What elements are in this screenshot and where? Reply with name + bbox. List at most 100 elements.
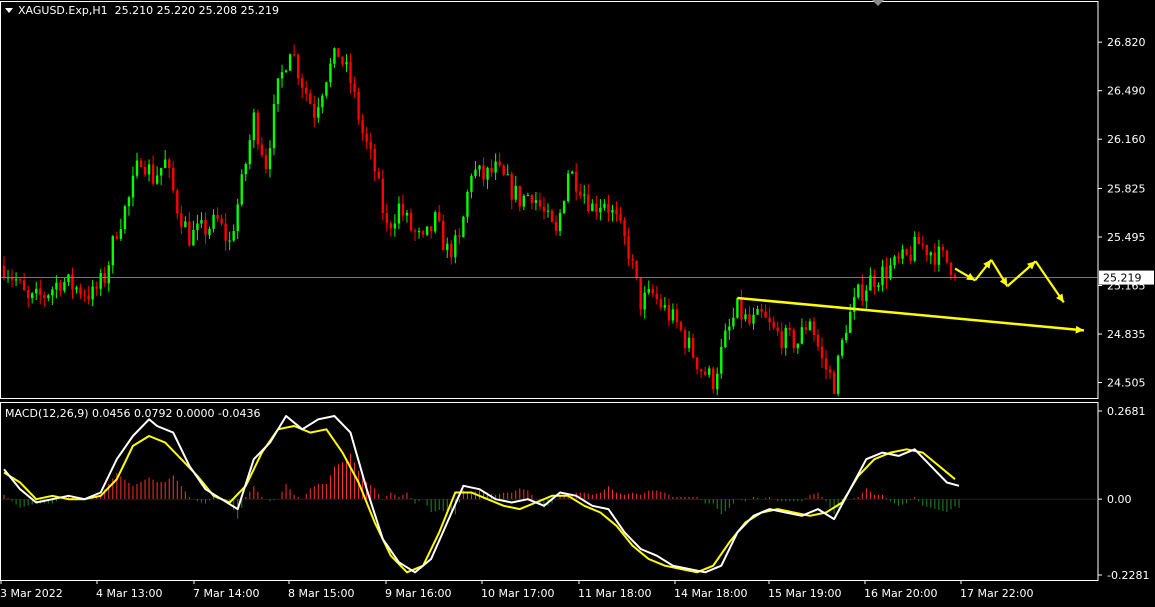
macd-tick-label: 0.00: [1107, 493, 1132, 506]
candle-body: [611, 210, 614, 213]
candle-body: [675, 309, 679, 323]
candle-body: [446, 243, 449, 251]
candle-body: [313, 103, 316, 118]
candle-body: [635, 260, 638, 278]
candle-body: [631, 258, 634, 261]
candle-body: [474, 169, 477, 176]
candle-body: [538, 200, 542, 207]
candle-body: [14, 279, 18, 281]
candle-body: [724, 330, 727, 347]
candle-body: [619, 214, 622, 221]
candle-body: [558, 213, 562, 231]
candle-body: [530, 195, 534, 203]
candle-body: [244, 163, 247, 175]
candle-body: [667, 304, 671, 321]
time-tick-label: 3 Mar 2022: [0, 587, 63, 600]
candle-body: [603, 203, 606, 208]
candle-body: [119, 229, 123, 239]
candle-body: [716, 373, 719, 390]
candle-body: [429, 226, 433, 232]
candle-body: [514, 185, 517, 200]
candle-body: [812, 321, 816, 335]
time-tick-label: 8 Mar 15:00: [288, 587, 354, 600]
candle-body: [570, 171, 574, 174]
candle-body: [587, 194, 590, 211]
price-tick-label: 24.835: [1107, 328, 1146, 341]
candle-body: [925, 245, 928, 256]
candle-body: [159, 167, 163, 176]
candle-body: [575, 171, 578, 192]
candle-body: [776, 327, 779, 332]
current-price-tag-label: 25.219: [1103, 272, 1142, 285]
candle-body: [836, 355, 840, 394]
candle-body: [861, 284, 864, 302]
candle-body: [800, 327, 804, 344]
macd-header: MACD(12,26,9) 0.0456 0.0792 0.0000 -0.04…: [5, 407, 261, 420]
candle-body: [756, 308, 759, 315]
candle-body: [953, 274, 957, 278]
candle-body: [450, 243, 453, 258]
candle-body: [83, 294, 86, 296]
candle-body: [683, 330, 687, 349]
candle-body: [442, 220, 445, 251]
candle-body: [566, 173, 570, 202]
candle-body: [905, 249, 908, 255]
candle-body: [466, 191, 469, 217]
candle-body: [216, 214, 219, 219]
candle-body: [115, 236, 119, 239]
candle-body: [55, 282, 58, 290]
candle-body: [35, 288, 38, 294]
candle-body: [550, 210, 554, 222]
candle-body: [877, 285, 880, 287]
candle-body: [707, 368, 711, 375]
candle-body: [405, 212, 409, 216]
candle-body: [91, 286, 94, 300]
candle-body: [695, 357, 699, 370]
candle-body: [425, 226, 429, 235]
candle-body: [232, 231, 235, 241]
candle-body: [51, 289, 54, 296]
candle-body: [478, 165, 481, 170]
candle-body: [699, 369, 703, 372]
candle-body: [772, 322, 775, 328]
candle-body: [276, 78, 280, 104]
time-tick-label: 17 Mar 22:00: [960, 587, 1033, 600]
candle-body: [917, 236, 920, 245]
chart-window[interactable]: 26.820 26.490 26.160 25.825 25.495 25.165 24.8…: [0, 0, 1155, 603]
candle-body: [47, 295, 50, 299]
time-tick-label: 14 Mar 18:00: [674, 587, 747, 600]
macd-tick-label: -0.2281: [1107, 569, 1149, 582]
candle-body: [43, 295, 46, 299]
ohlc-values: 25.210 25.220 25.208 25.219: [114, 4, 280, 17]
candle-body: [832, 372, 836, 394]
candle-body: [321, 95, 324, 108]
candle-body: [59, 282, 62, 291]
candle-body: [131, 175, 135, 198]
candle-body: [816, 334, 820, 347]
candle-body: [595, 203, 598, 213]
price-panel-border: [0, 1, 1099, 399]
candle-body: [284, 70, 288, 73]
candle-body: [67, 274, 70, 283]
candle-body: [272, 103, 276, 149]
candle-body: [260, 144, 264, 156]
candle-body: [768, 317, 771, 323]
candle-body: [546, 210, 550, 212]
candle-body: [554, 221, 558, 231]
chart-header: XAGUSD.Exp,H1 25.210 25.220 25.208 25.21…: [18, 4, 279, 17]
candle-body: [22, 280, 26, 291]
candle-body: [361, 119, 364, 134]
candle-body: [849, 311, 852, 333]
candle-body: [433, 212, 437, 232]
candle-body: [393, 223, 397, 229]
candle-body: [192, 230, 195, 246]
candle-body: [147, 164, 151, 175]
chart-canvas[interactable]: 26.82026.49026.16025.82525.49525.16524.8…: [0, 0, 1155, 603]
candle-body: [740, 298, 743, 320]
candle-body: [784, 327, 787, 348]
candle-body: [373, 148, 376, 172]
candle-body: [397, 203, 401, 224]
candle-body: [204, 220, 207, 235]
chart-menu-triangle-icon[interactable]: [5, 8, 13, 13]
candle-body: [180, 213, 183, 228]
